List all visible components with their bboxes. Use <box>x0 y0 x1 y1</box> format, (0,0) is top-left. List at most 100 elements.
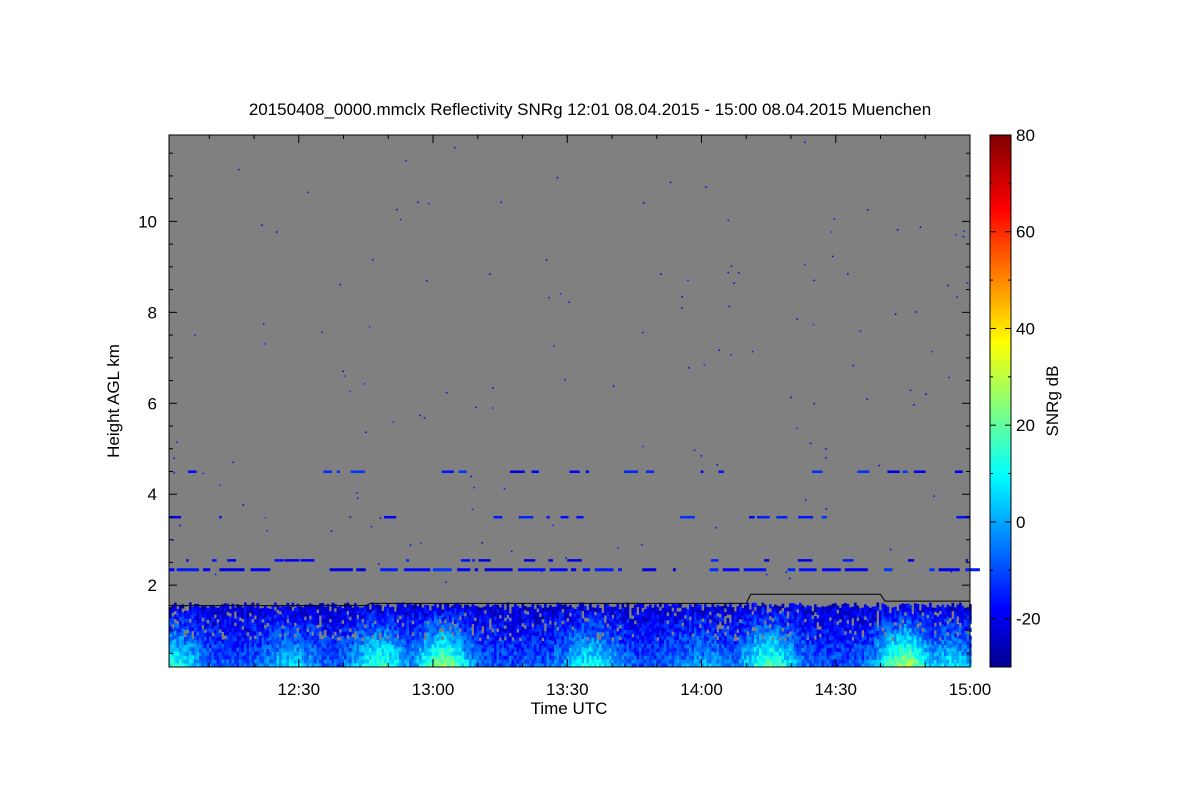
echo-cell <box>674 659 677 664</box>
echo-cell <box>276 632 280 637</box>
echo-cell <box>474 605 477 610</box>
echo-cell <box>564 643 567 648</box>
echo-cell <box>646 644 650 649</box>
echo-cell <box>676 635 680 640</box>
echo-cell <box>574 655 577 660</box>
echo-cell <box>406 635 410 640</box>
echo-cell <box>666 659 670 664</box>
echo-cell <box>464 643 467 648</box>
echo-cell <box>656 659 660 664</box>
echo-cell <box>779 655 782 660</box>
speckle <box>264 516 267 519</box>
echo-cell <box>556 630 560 636</box>
echo-cell <box>859 608 862 613</box>
echo-cell <box>546 619 550 624</box>
echo-cell <box>771 640 775 645</box>
echo-cell <box>691 640 695 645</box>
echo-cell <box>569 635 572 641</box>
echo-cell <box>561 612 565 617</box>
echo-cell <box>554 648 557 653</box>
echo-cell <box>294 629 297 634</box>
echo-cell <box>906 623 910 628</box>
speckle <box>475 406 477 409</box>
echo-cell <box>806 609 810 614</box>
echo-cell <box>214 640 217 645</box>
echo-cell <box>216 633 220 638</box>
echo-cell <box>471 615 475 621</box>
echo-cell <box>766 636 770 641</box>
echo-cell <box>619 628 622 633</box>
echo-cell <box>744 659 747 664</box>
echo-cell <box>741 651 745 656</box>
echo-cell <box>634 624 637 629</box>
speckle <box>831 255 834 258</box>
echo-cell <box>386 607 390 612</box>
echo-cell <box>901 615 905 620</box>
echo-cell <box>176 608 180 614</box>
echo-cell <box>766 647 770 652</box>
echo-cell <box>261 611 265 616</box>
echo-cell <box>484 640 487 645</box>
echo-cell <box>431 644 435 649</box>
echo-cell <box>314 655 317 660</box>
echo-cell <box>519 626 522 631</box>
echo-cell <box>771 655 775 660</box>
echo-cell <box>436 607 440 612</box>
echo-cell <box>961 659 965 664</box>
echo-cell <box>196 655 200 660</box>
echo-cell <box>871 621 875 626</box>
echo-cell <box>849 644 852 649</box>
echo-cell <box>699 608 702 613</box>
echo-cell <box>714 652 717 657</box>
echo-cell <box>506 642 510 648</box>
echo-cell <box>769 643 772 648</box>
echo-cell <box>396 658 400 664</box>
echo-cell <box>841 635 845 640</box>
echo-cell <box>761 646 765 652</box>
echo-cell <box>534 655 537 660</box>
echo-cell <box>781 659 785 664</box>
echo-cell <box>376 604 380 609</box>
echo-cell <box>896 618 900 623</box>
echo-cell <box>839 648 842 653</box>
echo-cell <box>741 647 745 652</box>
echo-cell <box>826 647 830 652</box>
echo-cell <box>366 655 370 660</box>
echo-cell <box>194 631 197 636</box>
echo-cell <box>644 624 647 629</box>
echo-cell <box>904 651 907 656</box>
echo-cell <box>761 614 765 620</box>
echo-cell <box>371 610 375 615</box>
echo-cell <box>644 639 647 645</box>
echo-cell <box>279 655 282 660</box>
clutter-band-segment <box>700 470 704 473</box>
echo-cell <box>391 610 395 615</box>
echo-cell <box>614 621 617 626</box>
echo-cell <box>406 623 410 628</box>
echo-cell <box>356 630 360 636</box>
echo-cell <box>586 651 590 656</box>
echo-cell <box>749 659 752 664</box>
echo-cell <box>601 639 605 645</box>
echo-cell <box>174 614 177 620</box>
echo-cell <box>649 604 652 609</box>
speckle <box>813 279 816 282</box>
echo-cell <box>436 659 440 664</box>
echo-cell <box>964 659 967 664</box>
echo-cell <box>479 648 482 653</box>
echo-cell <box>654 639 657 644</box>
echo-cell <box>714 622 717 627</box>
echo-cell <box>201 636 205 641</box>
echo-cell <box>614 648 617 653</box>
echo-cell <box>394 633 397 638</box>
echo-cell <box>799 654 802 660</box>
echo-cell <box>219 651 222 656</box>
echo-cell <box>489 610 492 615</box>
echo-cell <box>221 619 225 625</box>
echo-cell <box>216 659 220 664</box>
echo-cell <box>231 639 235 644</box>
echo-cell <box>241 652 245 657</box>
echo-cell <box>379 647 382 652</box>
echo-cell <box>744 613 747 618</box>
echo-cell <box>736 617 740 622</box>
